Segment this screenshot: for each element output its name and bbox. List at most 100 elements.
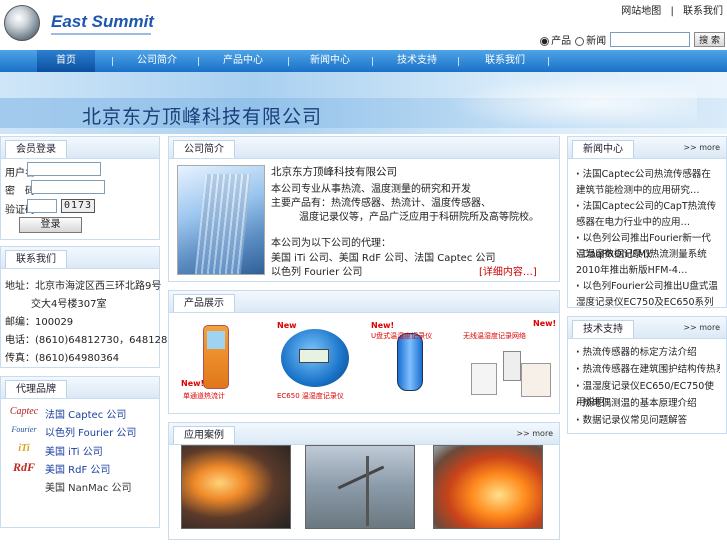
product-caption: 单通道热流计 [183, 392, 225, 400]
nav-products[interactable]: 产品中心 [216, 50, 270, 72]
about-line: 以色列 Fourier 公司 [271, 267, 363, 278]
nav-separator [548, 57, 549, 66]
radio-news[interactable]: 新闻 [575, 32, 606, 47]
tech-item[interactable]: 数据记录仪常见问题解答 [576, 413, 720, 429]
news-more-link[interactable]: >> more [683, 143, 720, 152]
new-badge: New! [371, 321, 395, 330]
fourier-logo-icon: Fourier [11, 425, 37, 434]
product-ec650[interactable]: New EC650 温湿度记录仪 [277, 319, 349, 401]
news-item[interactable]: 法国Captec公司热流传感器在建筑节能检测中的应用研究… [576, 167, 720, 199]
fire-test-image[interactable] [181, 445, 291, 529]
brand-underline [51, 33, 151, 35]
nav-about[interactable]: 公司简介 [130, 50, 184, 72]
rdf-logo-icon: RdF [12, 460, 35, 474]
panel-header: 联系我们 [1, 247, 159, 269]
product-caption: EC650 温湿度记录仪 [277, 392, 344, 400]
contact-fax: 传真：(8610)64980364 [5, 353, 120, 364]
brands-title: 代理品牌 [5, 380, 67, 398]
cases-more-link[interactable]: >> more [516, 429, 553, 438]
about-line: 美国 iTi 公司、美国 RdF 公司、法国 Captec 公司 [271, 253, 496, 264]
contact-phone: 电话：(8610)64812730，64812852 [5, 335, 181, 346]
captec-logo-icon: Captec [9, 406, 39, 417]
brand-text[interactable]: 美国 iTi 公司 [45, 443, 103, 458]
brand-text[interactable]: 美国 RdF 公司 [45, 461, 110, 476]
nav-support[interactable]: 技术支持 [390, 50, 444, 72]
tech-item[interactable]: 热流传感器的标定方法介绍 [576, 345, 720, 361]
about-panel: 公司简介 北京东方顶峰科技有限公司 本公司专业从事热流、温度测量的研究和开发 主… [168, 136, 560, 282]
login-title: 会员登录 [5, 140, 67, 158]
tech-item[interactable]: 热流传感器在建筑围护结构传热系数测量中的应用 [576, 362, 720, 378]
brand-iti[interactable]: iTi 美国 iTi 公司 [5, 441, 155, 458]
about-more-link[interactable]: [详细内容…] [479, 263, 537, 278]
news-title: 新闻中心 [572, 140, 634, 158]
product-heatflux-meter[interactable]: New! 单通道热流计 [181, 319, 253, 401]
radio-product[interactable]: 产品 [540, 32, 571, 47]
search-bar: 产品 新闻 搜 索 [540, 32, 725, 47]
more-label: more [532, 429, 553, 438]
tech-item[interactable]: 热电偶测温的基本原理介绍 [576, 396, 720, 412]
search-button[interactable]: 搜 索 [694, 32, 725, 47]
nav-separator [112, 57, 113, 66]
tower-shape [194, 174, 252, 274]
page: East Summit 网站地图 | 联系我们 产品 新闻 搜 索 首页 公司简… [0, 0, 727, 545]
captcha-image[interactable]: 0173 [61, 199, 95, 213]
brand-fourier[interactable]: Fourier 以色列 Fourier 公司 [5, 422, 155, 439]
brand-nanmac[interactable]: 美国 NanMac 公司 [5, 477, 155, 494]
password-input[interactable] [31, 180, 105, 194]
brand-text[interactable]: 美国 NanMac 公司 [45, 479, 132, 494]
nav-news[interactable]: 新闻中心 [303, 50, 357, 72]
banner: 北京东方顶峰科技有限公司 [0, 72, 727, 134]
brand-text[interactable]: 法国 Captec 公司 [45, 406, 126, 421]
search-input[interactable] [610, 32, 691, 47]
panel-header: 技术支持 >> more [568, 317, 726, 339]
cases-panel: 应用案例 >> more [168, 422, 560, 540]
more-label: more [699, 143, 720, 152]
new-badge: New! [181, 379, 205, 388]
news-item[interactable]: DaqPRO(HFM)热流测量系统2010年推出新版HFM-4… [576, 247, 720, 279]
about-title: 公司简介 [173, 140, 235, 158]
nav-contact[interactable]: 联系我们 [478, 50, 532, 72]
flame-image[interactable] [433, 445, 543, 529]
header: East Summit 网站地图 | 联系我们 产品 新闻 搜 索 [0, 0, 727, 50]
contact-link[interactable]: 联系我们 [683, 6, 723, 17]
about-company: 北京东方顶峰科技有限公司 [271, 166, 397, 178]
about-line: 温度记录仪等，产品广泛应用于科研院所及高等院校。 [299, 212, 539, 223]
news-panel: 新闻中心 >> more 法国Captec公司热流传感器在建筑节能检测中的应用研… [567, 136, 727, 308]
brand-name[interactable]: East Summit [51, 12, 154, 32]
product-caption: U盘式温湿度记录仪 [371, 332, 433, 340]
captcha-input[interactable] [27, 199, 57, 213]
contact-zip: 邮编：100029 [5, 317, 74, 328]
username-input[interactable] [27, 162, 101, 176]
login-button[interactable]: 登录 [19, 217, 82, 233]
nav-separator [372, 57, 373, 66]
sitemap-link[interactable]: 网站地图 [621, 6, 661, 17]
panel-header: 会员登录 [1, 137, 159, 159]
brand-text[interactable]: 以色列 Fourier 公司 [45, 424, 136, 439]
login-panel: 会员登录 用户名： 密 码： 验证码： 0173 登录 [0, 136, 160, 240]
panel-header: 公司简介 [169, 137, 559, 159]
about-line: 本公司为以下公司的代理： [271, 238, 391, 249]
more-label: more [699, 323, 720, 332]
screen-icon [207, 331, 225, 349]
main-nav: 首页 公司简介 产品中心 新闻中心 技术支持 联系我们 [0, 50, 727, 72]
brand-captec[interactable]: Captec 法国 Captec 公司 [5, 404, 155, 421]
tower-structure-image[interactable] [305, 445, 415, 529]
tech-panel: 技术支持 >> more 热流传感器的标定方法介绍 热流传感器在建筑围护结构传热… [567, 316, 727, 434]
brand-rdf[interactable]: RdF 美国 RdF 公司 [5, 459, 155, 476]
tech-more-link[interactable]: >> more [683, 323, 720, 332]
panel-header: 产品展示 [169, 291, 559, 313]
product-wireless-network[interactable]: New! 无线温湿度记录网络 [463, 319, 556, 401]
new-badge: New [277, 321, 297, 330]
news-item[interactable]: 以色列Fourier公司推出U盘式温湿度记录仪EC750及EC650系列 [576, 279, 720, 307]
product-usb-logger[interactable]: New! U盘式温湿度记录仪 [369, 319, 441, 401]
panel-header: 应用案例 >> more [169, 423, 559, 445]
globe-logo-icon[interactable] [4, 5, 40, 41]
nav-home[interactable]: 首页 [37, 50, 95, 72]
news-item[interactable]: 法国Captec公司的CapT热流传感器在电力行业中的应用… [576, 199, 720, 231]
products-title: 产品展示 [173, 294, 235, 312]
contact-panel: 联系我们 地址：北京市海淀区西三环北路9号 交大4号楼307室 邮编：10002… [0, 246, 180, 368]
sensor-box-icon [503, 351, 521, 381]
tech-title: 技术支持 [572, 320, 634, 338]
top-links: 网站地图 | 联系我们 [615, 2, 723, 17]
nav-separator [288, 57, 289, 66]
